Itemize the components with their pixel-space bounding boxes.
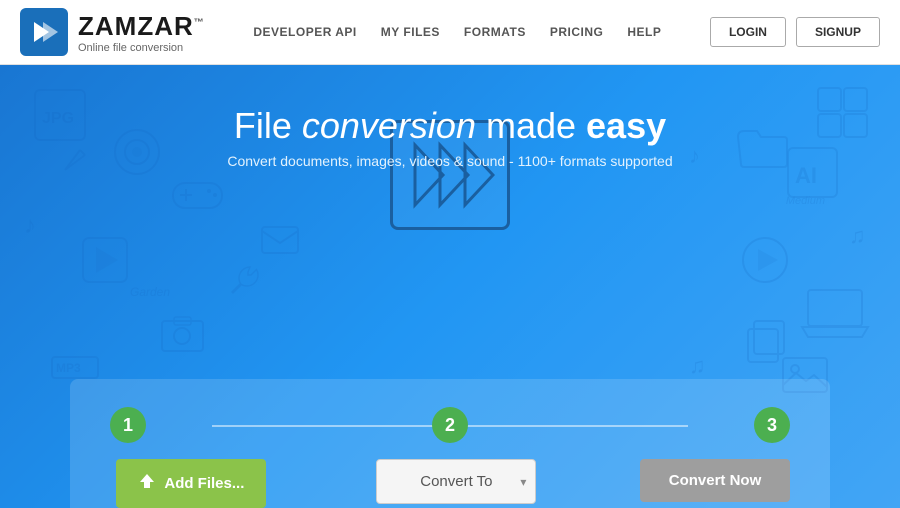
step-3-indicator: 3 xyxy=(754,407,790,443)
signup-button[interactable]: SIGNUP xyxy=(796,17,880,47)
bg-envelope-icon xyxy=(260,225,300,260)
svg-text:♫: ♫ xyxy=(849,223,866,248)
bg-medium-text: Medium xyxy=(786,195,825,207)
convert-to-wrapper: Convert To ▾ xyxy=(376,459,536,504)
zamzar-logo-icon xyxy=(20,8,68,56)
convert-now-button[interactable]: Convert Now xyxy=(640,459,790,502)
step-2-indicator: 2 xyxy=(432,407,468,443)
step-indicators: 1 2 3 xyxy=(110,407,790,443)
bg-grid-icon xyxy=(815,85,870,145)
logo-text-area: ZAMZAR™ Online file conversion xyxy=(78,11,205,54)
bg-pencil-icon xyxy=(60,145,90,180)
step-controls: Add Files... Drag & drop files, or selec… xyxy=(110,459,790,508)
step-3-col: Convert Now (And agree to our Terms) ✉ E… xyxy=(640,459,790,508)
hero-subtitle: Convert documents, images, videos & soun… xyxy=(227,153,672,169)
step-1-col: Add Files... Drag & drop files, or selec… xyxy=(110,459,273,508)
bg-photo-icon xyxy=(160,315,205,358)
bg-folder-icon xyxy=(735,125,790,175)
bg-garden-text: Garden xyxy=(130,285,170,299)
convert-to-select[interactable]: Convert To xyxy=(376,459,536,504)
svg-text:MP3: MP3 xyxy=(56,361,81,375)
header: ZAMZAR™ Online file conversion DEVELOPER… xyxy=(0,0,900,65)
bg-laptop-icon xyxy=(800,285,870,345)
upload-icon xyxy=(138,472,156,495)
nav-developer-api[interactable]: DEVELOPER API xyxy=(253,25,356,39)
nav-my-files[interactable]: MY FILES xyxy=(381,25,440,39)
bg-music-icon: ♪ xyxy=(20,205,55,245)
bg-jpg-icon: JPG xyxy=(30,85,90,150)
steps-container: 1 2 3 Add Files... Drag & drop files, or… xyxy=(70,379,830,508)
hero-title: File conversion made easy xyxy=(234,105,666,147)
svg-text:♪: ♪ xyxy=(24,212,36,239)
main-nav: DEVELOPER API MY FILES FORMATS PRICING H… xyxy=(253,25,661,39)
bg-music3-icon: ♪ xyxy=(685,135,720,175)
bg-play-icon xyxy=(80,235,130,290)
svg-text:♫: ♫ xyxy=(689,353,706,378)
login-button[interactable]: LOGIN xyxy=(710,17,786,47)
add-files-button[interactable]: Add Files... xyxy=(116,459,266,508)
bg-music2-icon: ♫ xyxy=(845,215,880,255)
logo-name: ZAMZAR™ xyxy=(78,11,205,42)
bg-wrench-icon xyxy=(230,265,260,300)
svg-text:♪: ♪ xyxy=(689,143,700,168)
nav-right: LOGIN SIGNUP xyxy=(710,17,880,47)
logo-tagline: Online file conversion xyxy=(78,42,205,54)
nav-pricing[interactable]: PRICING xyxy=(550,25,604,39)
hero-section: JPG ♪ xyxy=(0,65,900,508)
nav-help[interactable]: HELP xyxy=(627,25,661,39)
svg-text:AI: AI xyxy=(795,163,817,188)
logo-area: ZAMZAR™ Online file conversion xyxy=(20,8,205,56)
bg-gamepad-icon xyxy=(170,175,225,220)
svg-text:JPG: JPG xyxy=(42,110,74,127)
bg-circle-icon xyxy=(110,125,165,185)
bg-play2-icon xyxy=(740,235,790,290)
step-1-indicator: 1 xyxy=(110,407,146,443)
step-2-col: Convert To ▾ xyxy=(376,459,536,504)
nav-formats[interactable]: FORMATS xyxy=(464,25,526,39)
